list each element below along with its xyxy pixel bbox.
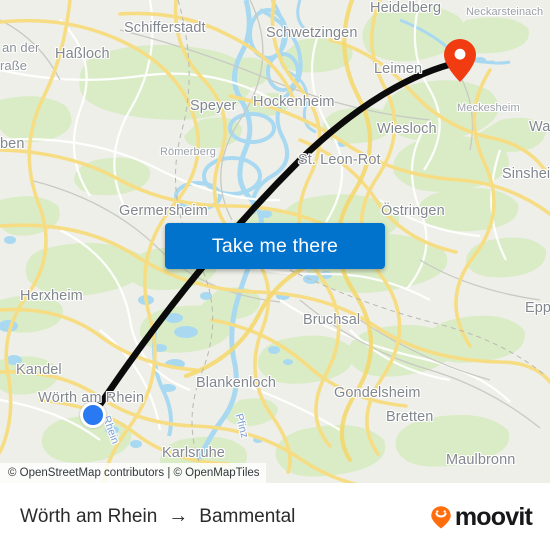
moovit-wordmark: moovit [454,503,533,531]
moovit-trip-map-screen: an der raße Haßloch Schifferstadt Schwetzing… [0,0,550,550]
trip-origin-label: Wörth am Rhein [20,505,158,527]
trip-summary: Wörth am Rhein → Bammental [20,506,295,528]
attribution-text: © OpenStreetMap contributors | © OpenMap… [8,467,260,479]
trip-destination-label: Bammental [199,505,296,527]
map-attribution[interactable]: © OpenStreetMap contributors | © OpenMap… [0,463,266,483]
map-viewport[interactable]: an der raße Haßloch Schifferstadt Schwetzing… [0,0,550,483]
moovit-logo[interactable]: moovit [428,503,533,531]
destination-pin-icon[interactable] [443,38,477,83]
origin-dot[interactable] [80,402,106,428]
take-me-there-label: Take me there [211,234,339,257]
arrow-right-icon: → [168,504,189,527]
take-me-there-button[interactable]: Take me there [165,223,385,269]
footer-bar: Wörth am Rhein → Bammental moovit [0,483,550,550]
moovit-pin-smile-icon [431,505,451,528]
